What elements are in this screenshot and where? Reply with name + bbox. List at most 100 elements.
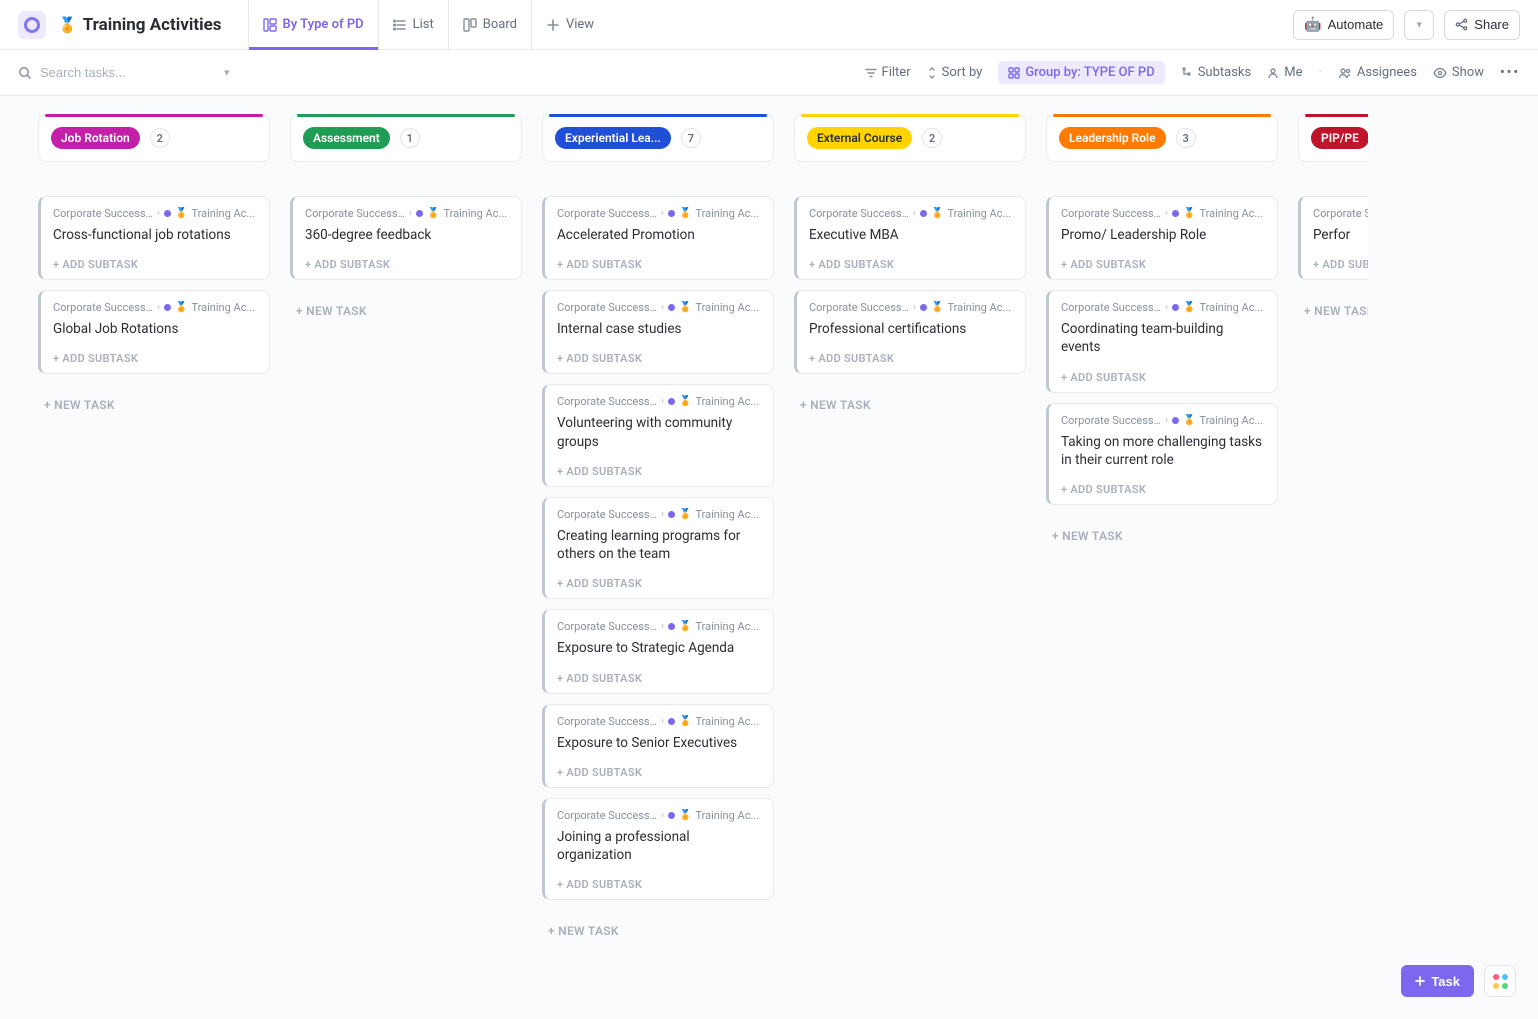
automate-button[interactable]: 🤖 Automate [1293, 10, 1394, 40]
status-dot-icon [668, 812, 675, 819]
list-icon [393, 18, 407, 32]
view-tab-board[interactable]: Board [448, 0, 531, 50]
column-header[interactable]: PIP/PE [1298, 114, 1368, 162]
new-task-button[interactable]: + NEW TASK [38, 394, 270, 416]
show-button[interactable]: Show [1433, 65, 1484, 80]
view-tabs: By Type of PD List Board View [248, 0, 609, 50]
chevron-right-icon: › [661, 396, 664, 407]
add-subtask-button[interactable]: + ADD SUBTASK [809, 258, 1013, 271]
more-button[interactable]: ••• [1500, 65, 1520, 80]
assignees-button[interactable]: Assignees [1338, 65, 1417, 80]
task-card[interactable]: Corporate Succession ...›🏅Training Ac...… [1046, 290, 1278, 392]
status-dot-icon [668, 623, 675, 630]
me-button[interactable]: Me [1267, 65, 1302, 80]
medal-icon: 🏅 [679, 509, 691, 520]
add-subtask-button[interactable]: + ADD SUBTASK [53, 352, 257, 365]
card-title: Exposure to Senior Executives [557, 734, 761, 752]
add-subtask-button[interactable]: + ADD SUBTASK [557, 766, 761, 779]
new-task-button[interactable]: + NEW TASK [290, 300, 522, 322]
task-card[interactable]: Corporate Succession ...›🏅Training Ac...… [1046, 196, 1278, 280]
new-task-button[interactable]: + NEW TASK [542, 920, 774, 942]
new-task-button[interactable]: + NEW TASK [1298, 300, 1368, 322]
new-task-button[interactable]: + NEW TASK [794, 394, 1026, 416]
chevron-right-icon: › [661, 208, 664, 219]
view-tab-by-type[interactable]: By Type of PD [248, 0, 378, 50]
card-title: Cross-functional job rotations [53, 226, 257, 244]
status-dot-icon [920, 210, 927, 217]
task-card[interactable]: Corporate Succession ...›🏅Training Ac...… [542, 704, 774, 788]
task-card[interactable]: Corporate Succession ...›🏅Training Ac...… [542, 798, 774, 900]
card-title: Exposure to Strategic Agenda [557, 639, 761, 657]
add-subtask-button[interactable]: + ADD SUBTASK [809, 352, 1013, 365]
task-card[interactable]: Corporate Succession ...›🏅Training Ac...… [542, 384, 774, 486]
add-subtask-button[interactable]: + ADD SUBTASK [1061, 371, 1265, 384]
task-card[interactable]: Corporate Succession ...›🏅Training Ac...… [542, 290, 774, 374]
add-subtask-button[interactable]: + ADD SUBTASK [557, 577, 761, 590]
chevron-down-icon: ▾ [1417, 18, 1423, 31]
filter-button[interactable]: Filter [865, 65, 911, 80]
column-cards: Corporate Succession ...›🏅Training Ac...… [1046, 196, 1278, 547]
add-subtask-button[interactable]: + ADD SUBTASK [1313, 258, 1368, 271]
subtasks-button[interactable]: Subtasks [1181, 65, 1252, 80]
task-card[interactable]: Corporate Succession ...›🏅Training Ac...… [38, 196, 270, 280]
medal-icon: 🏅 [58, 16, 77, 34]
view-tab-label: View [566, 17, 594, 32]
add-subtask-button[interactable]: + ADD SUBTASK [305, 258, 509, 271]
column-accent-line [1053, 114, 1271, 117]
add-subtask-button[interactable]: + ADD SUBTASK [557, 672, 761, 685]
add-subtask-button[interactable]: + ADD SUBTASK [557, 258, 761, 271]
new-task-button[interactable]: Task [1401, 965, 1474, 997]
apps-button[interactable] [1484, 965, 1516, 997]
view-tab-add[interactable]: View [531, 0, 608, 50]
add-subtask-button[interactable]: + ADD SUBTASK [557, 352, 761, 365]
column-count-badge: 1 [400, 128, 420, 148]
task-card[interactable]: Corporate Succession ...›🏅Training Ac...… [794, 196, 1026, 280]
task-card[interactable]: Corporate Succession ...›🏅Training Ac...… [542, 609, 774, 693]
automate-dropdown-button[interactable]: ▾ [1404, 10, 1434, 40]
assignees-label: Assignees [1357, 65, 1417, 80]
search-input[interactable] [40, 65, 216, 80]
task-card[interactable]: Corporate Succession ...›🏅Training Ac...… [290, 196, 522, 280]
chevron-right-icon: › [157, 302, 160, 313]
card-title: Joining a professional organization [557, 828, 761, 864]
sort-button[interactable]: Sort by [927, 65, 983, 80]
medal-icon: 🏅 [427, 208, 439, 219]
chevron-right-icon: › [661, 716, 664, 727]
share-icon [1455, 18, 1468, 31]
app-logo[interactable] [18, 11, 46, 39]
add-subtask-button[interactable]: + ADD SUBTASK [1061, 258, 1265, 271]
add-subtask-button[interactable]: + ADD SUBTASK [557, 465, 761, 478]
share-button[interactable]: Share [1444, 10, 1520, 40]
chevron-right-icon: › [157, 208, 160, 219]
page-title-text: Training Activities [83, 15, 222, 35]
toolbar-right: Filter Sort by Group by: TYPE OF PD Subt… [865, 61, 1520, 84]
view-tab-list[interactable]: List [378, 0, 448, 50]
task-card[interactable]: Corporate Succession ...›🏅Training Ac...… [1298, 196, 1368, 280]
breadcrumb-child: Training Ac... [695, 207, 759, 220]
chevron-down-icon[interactable]: ▾ [224, 66, 230, 79]
column-header[interactable]: External Course2 [794, 114, 1026, 162]
group-by-button[interactable]: Group by: TYPE OF PD [998, 61, 1164, 84]
plus-icon [546, 18, 560, 32]
add-subtask-button[interactable]: + ADD SUBTASK [53, 258, 257, 271]
column-header[interactable]: Leadership Role3 [1046, 114, 1278, 162]
robot-icon: 🤖 [1304, 16, 1321, 33]
column-header[interactable]: Job Rotation2 [38, 114, 270, 162]
task-card[interactable]: Corporate Succession ...›🏅Training Ac...… [38, 290, 270, 374]
add-subtask-button[interactable]: + ADD SUBTASK [1061, 483, 1265, 496]
task-card[interactable]: Corporate Succession ...›🏅Training Ac...… [542, 196, 774, 280]
column-header[interactable]: Experiential Lea...7 [542, 114, 774, 162]
column-cards: Corporate Succession ...›🏅Training Ac...… [542, 196, 774, 942]
task-card[interactable]: Corporate Succession ...›🏅Training Ac...… [794, 290, 1026, 374]
breadcrumb-parent: Corporate Succession ... [557, 207, 657, 220]
new-task-button[interactable]: + NEW TASK [1046, 525, 1278, 547]
add-subtask-button[interactable]: + ADD SUBTASK [557, 878, 761, 891]
column-header[interactable]: Assessment1 [290, 114, 522, 162]
card-breadcrumb: Corporate Succession ...›🏅Training Ac... [557, 715, 761, 728]
column-tag: Job Rotation [51, 127, 140, 149]
task-card[interactable]: Corporate Succession ...›🏅Training Ac...… [1046, 403, 1278, 505]
task-card[interactable]: Corporate Succession ...›🏅Training Ac...… [542, 497, 774, 599]
card-title: Creating learning programs for others on… [557, 527, 761, 563]
chevron-right-icon: › [661, 509, 664, 520]
card-title: Executive MBA [809, 226, 1013, 244]
